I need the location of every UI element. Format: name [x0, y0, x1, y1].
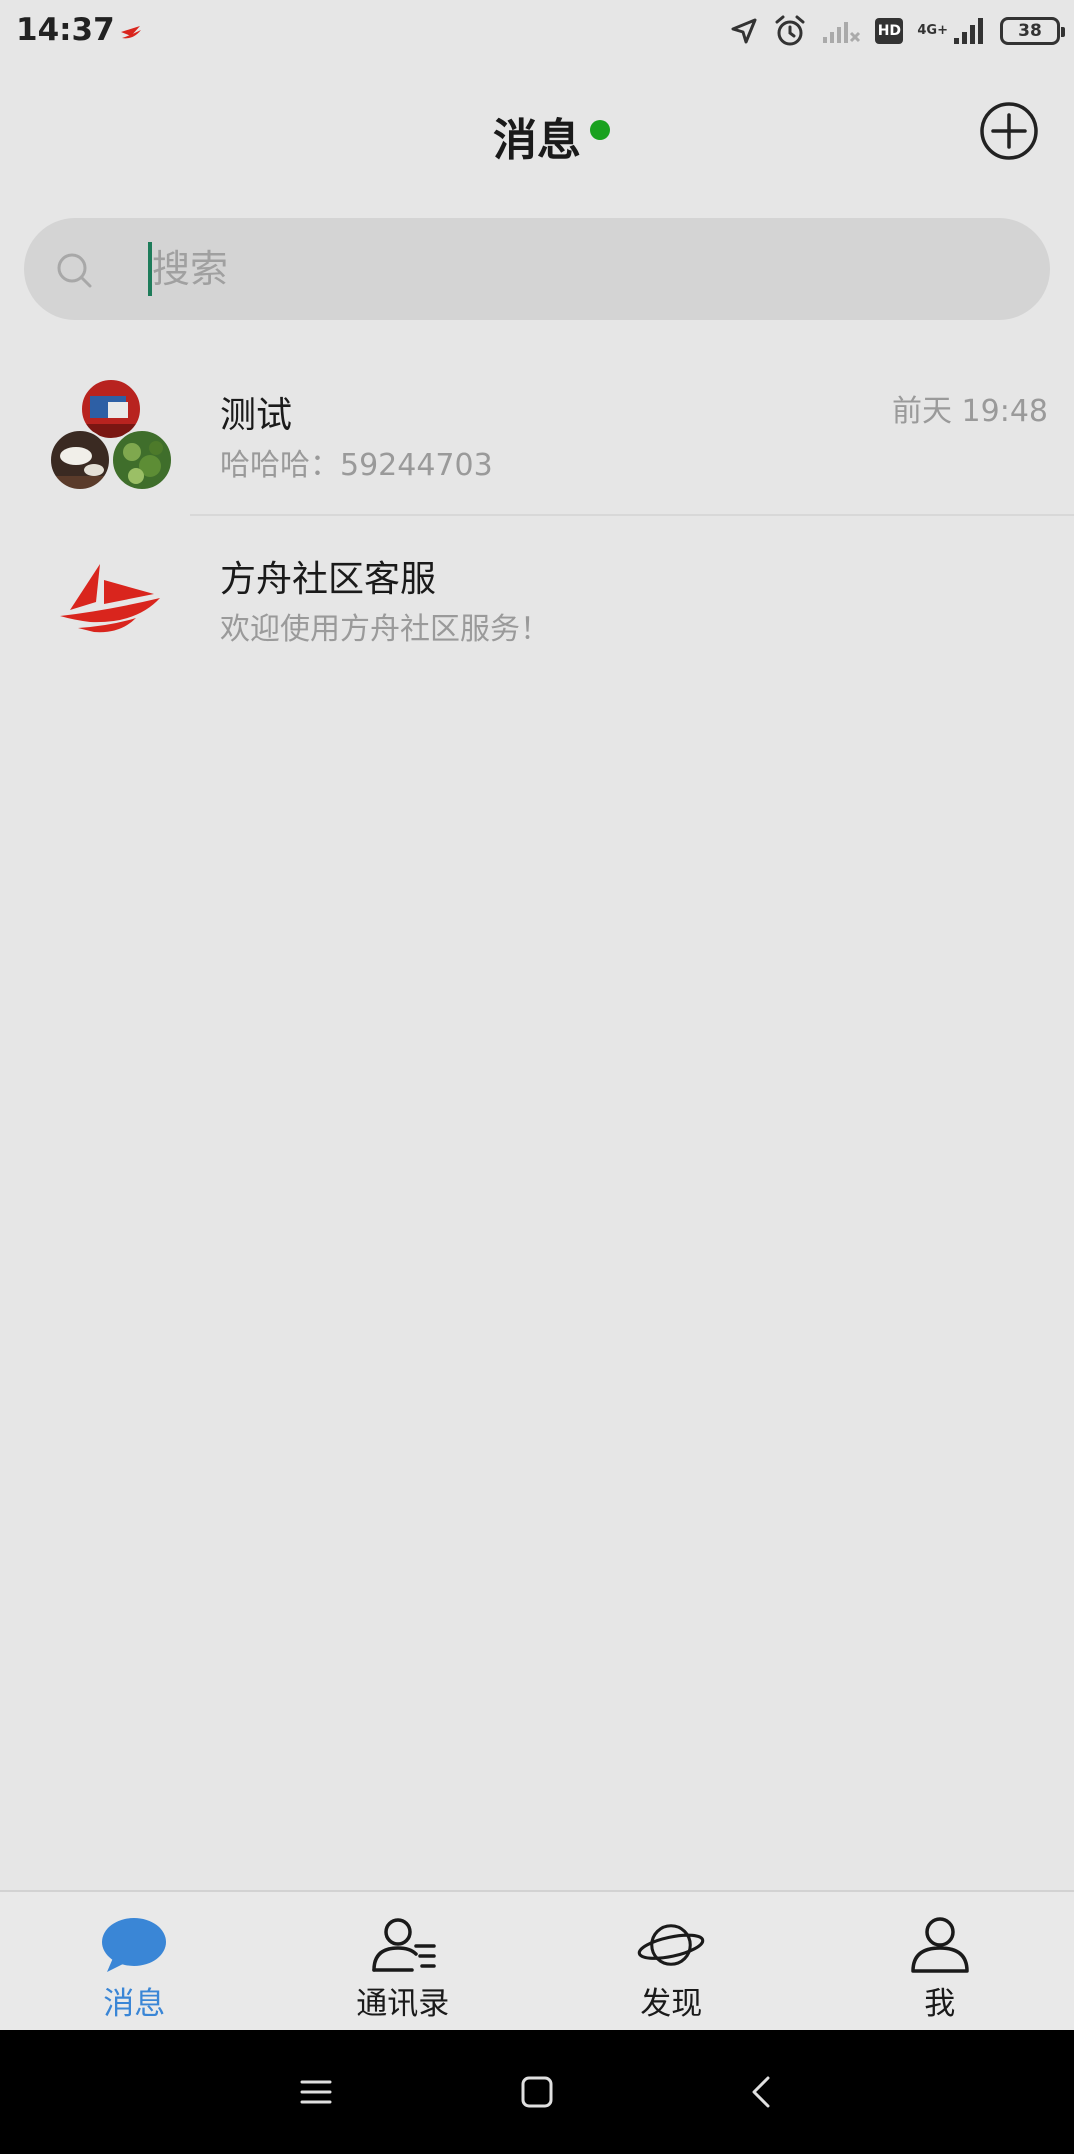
chat-time: 前天 19:48 — [892, 394, 1048, 429]
tab-discover[interactable]: 发现 — [537, 1892, 806, 2030]
bottom-tab-bar: 消息 通讯录 发现 我 — [0, 1890, 1074, 2030]
chat-name: 测试 — [220, 395, 293, 436]
tab-contacts[interactable]: 通讯录 — [269, 1892, 538, 2030]
chat-preview: 欢迎使用方舟社区服务！ — [220, 612, 550, 647]
tab-label: 消息 — [103, 1986, 166, 2022]
chat-bubble-icon — [102, 1918, 167, 1972]
search-icon — [57, 253, 92, 288]
status-icons: HD 4G+ 38 — [729, 12, 1065, 50]
profile-icon — [911, 1917, 969, 1973]
group-avatar — [50, 378, 172, 491]
home-icon[interactable] — [515, 2070, 559, 2114]
header: 消息 — [0, 64, 1074, 194]
wifi-off-icon — [823, 22, 861, 43]
hd-icon: HD — [875, 18, 904, 44]
tab-label: 发现 — [640, 1986, 703, 2022]
tab-label: 通讯录 — [356, 1986, 450, 2022]
signal-icon — [954, 18, 983, 44]
ark-logo-avatar — [60, 564, 160, 633]
search-input[interactable] — [152, 218, 1012, 320]
tab-me[interactable]: 我 — [806, 1892, 1074, 2030]
battery-icon: 38 — [1000, 17, 1065, 45]
chat-name: 方舟社区客服 — [220, 559, 437, 600]
search-bar[interactable] — [24, 218, 1050, 320]
page-title: 消息 — [493, 115, 581, 166]
chat-item-ark-support[interactable]: 方舟社区客服 欢迎使用方舟社区服务！ — [0, 516, 1074, 680]
status-time: 14:37 — [16, 12, 115, 48]
tab-label: 我 — [924, 1986, 956, 2022]
tab-messages[interactable]: 消息 — [0, 1892, 269, 2030]
chat-item-test[interactable]: 测试 哈哈哈：59244703 前天 19:48 — [0, 352, 1074, 516]
contacts-icon — [372, 1918, 436, 1972]
network-label: 4G+ — [917, 23, 948, 38]
online-status-dot — [590, 120, 610, 140]
planet-icon — [637, 1924, 705, 1966]
system-navigation-bar — [0, 2030, 1074, 2154]
phone-screen: 14:37 HD 4G+ 38 消息 搜索 测试 哈哈哈：59244703 前天… — [0, 0, 1074, 2154]
add-button[interactable] — [978, 100, 1040, 162]
alarm-icon — [775, 15, 805, 46]
ark-notification-icon — [121, 26, 141, 39]
menu-icon[interactable] — [294, 2070, 338, 2114]
chat-list: 测试 哈哈哈：59244703 前天 19:48 方舟社区客服 欢迎使用方舟社区… — [0, 352, 1074, 680]
status-bar: 14:37 HD 4G+ 38 — [0, 0, 1074, 64]
location-icon — [731, 18, 757, 44]
chat-preview: 哈哈哈：59244703 — [220, 448, 493, 483]
back-icon[interactable] — [740, 2070, 784, 2114]
